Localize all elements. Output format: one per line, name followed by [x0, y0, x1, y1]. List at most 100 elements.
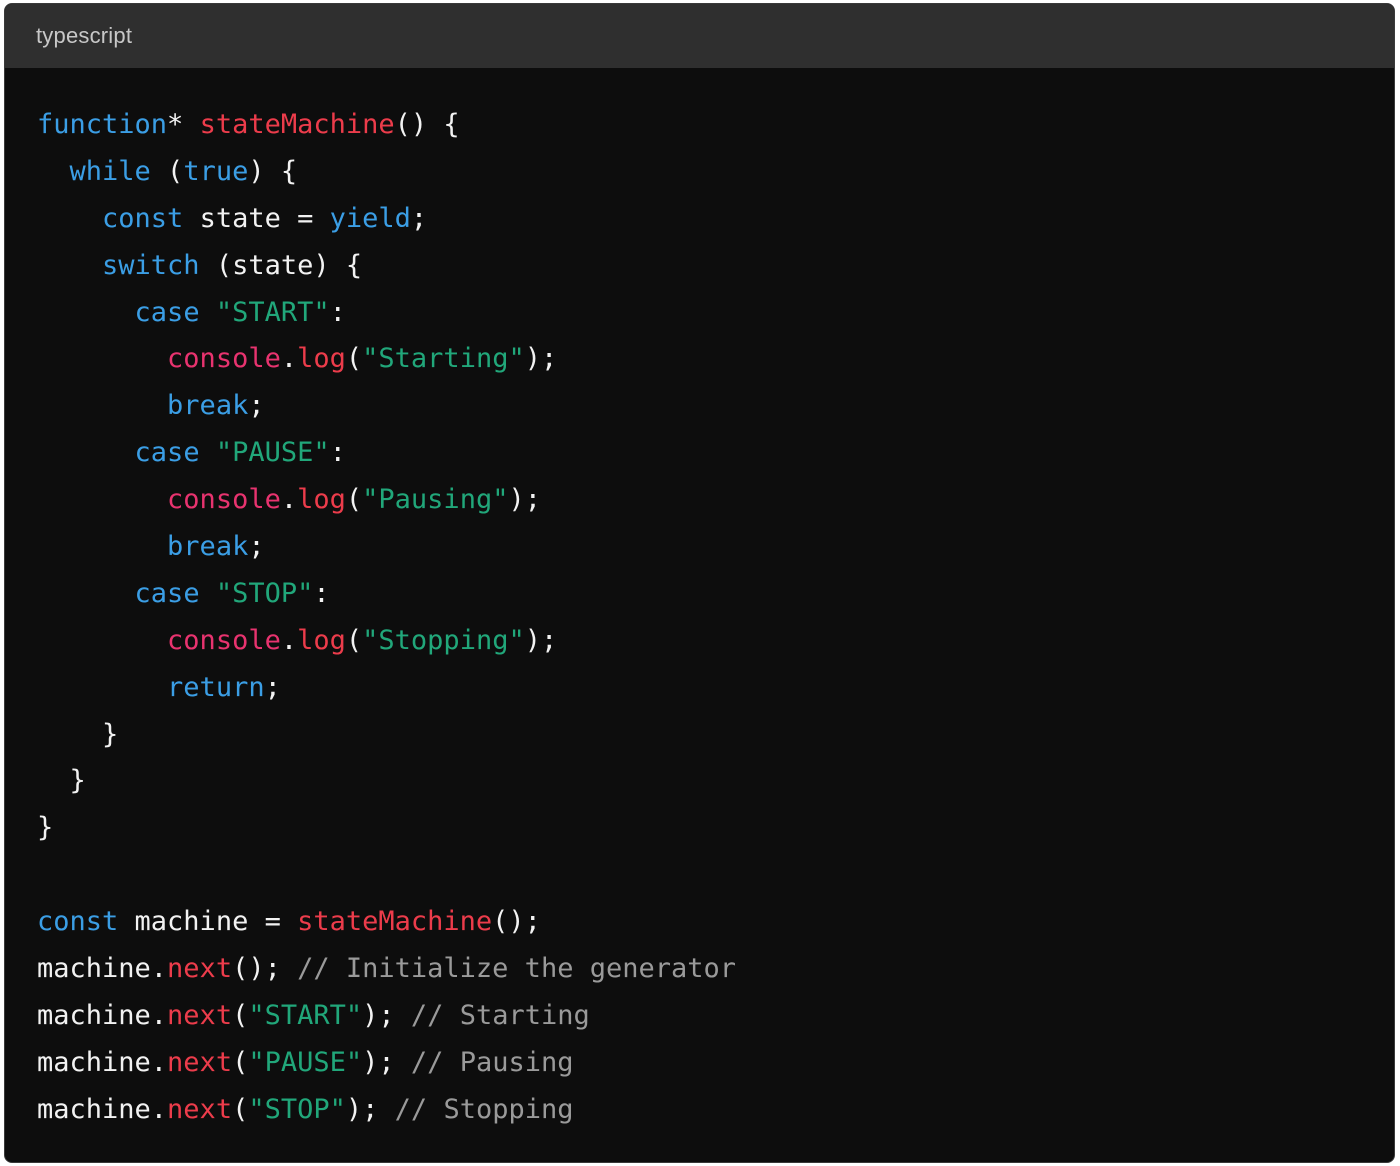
code-token: const [102, 202, 184, 234]
code-token: "PAUSE" [215, 437, 330, 469]
code-token: ); [362, 1046, 411, 1078]
code-line: break; [37, 524, 1394, 571]
code-token: } [37, 765, 86, 797]
code-token: case [134, 577, 200, 609]
code-token: log [297, 624, 346, 656]
code-token: () { [394, 109, 460, 140]
code-token: ( [232, 1093, 249, 1125]
code-token: true [183, 155, 249, 187]
code-line: console.log("Starting"); [37, 336, 1394, 383]
code-token: "Starting" [362, 343, 525, 375]
code-token: machine. [37, 999, 168, 1031]
code-token: // Initialize the generator [297, 953, 737, 985]
code-token: ); [524, 343, 558, 375]
code-token: ( [345, 343, 363, 375]
code-block: typescript function* stateMachine() { wh… [4, 3, 1395, 1163]
code-token: stateMachine [199, 109, 395, 140]
code-token: while [69, 155, 151, 187]
code-line: function* stateMachine() { [37, 102, 1394, 149]
code-token: ( [232, 1046, 249, 1078]
code-token: ); [524, 624, 558, 656]
code-token: console [167, 343, 281, 375]
code-token: "PAUSE" [248, 1046, 363, 1078]
code-block-header: typescript [5, 4, 1394, 68]
code-token: . [280, 484, 298, 516]
code-token: // Stopping [394, 1093, 574, 1125]
code-line: return; [37, 665, 1394, 712]
code-token: : [313, 577, 330, 609]
code-token: state = [183, 202, 330, 234]
code-token: ( [232, 999, 249, 1031]
code-line: case "START": [37, 290, 1394, 337]
code-token: ; [410, 202, 428, 234]
code-line: switch (state) { [37, 243, 1394, 290]
code-line: case "PAUSE": [37, 430, 1394, 477]
code-token: (); [232, 953, 298, 985]
code-token: const [37, 906, 119, 938]
code-line: while (true) { [37, 149, 1394, 196]
code-line: console.log("Stopping"); [37, 618, 1394, 665]
code-line: case "STOP": [37, 571, 1394, 618]
language-label: typescript [36, 23, 133, 48]
code-token: log [297, 343, 346, 375]
code-token: machine. [37, 1093, 168, 1125]
code-token: . [280, 343, 298, 375]
code-token: next [167, 999, 233, 1031]
code-token: * [167, 109, 200, 140]
code-token: machine = [118, 906, 298, 938]
code-token: ( [345, 624, 363, 656]
code-token: ( [345, 484, 363, 516]
code-line: machine.next("PAUSE"); // Pausing [37, 1040, 1394, 1087]
code-token: next [167, 953, 233, 985]
code-token: break [167, 531, 249, 563]
code-token: yield [329, 202, 411, 234]
code-content[interactable]: function* stateMachine() { while (true) … [5, 68, 1394, 1134]
code-token: ; [248, 531, 265, 563]
code-token: break [167, 390, 249, 422]
code-token: function [37, 109, 168, 140]
code-token: machine. [37, 953, 168, 985]
code-token: (); [492, 906, 541, 938]
code-line: } [37, 712, 1394, 759]
code-token: machine. [37, 1046, 168, 1078]
code-token: ( [150, 155, 184, 187]
code-line: machine.next("START"); // Starting [37, 993, 1394, 1040]
code-line: break; [37, 383, 1394, 430]
code-token: "START" [215, 296, 330, 328]
code-line: console.log("Pausing"); [37, 477, 1394, 524]
code-token: ); [345, 1093, 395, 1125]
code-token: ); [362, 999, 411, 1031]
code-token: "STOP" [248, 1093, 346, 1125]
code-token: . [280, 624, 298, 656]
code-line: } [37, 805, 1394, 852]
code-token: : [329, 437, 346, 469]
code-token: console [167, 624, 281, 656]
code-token: return [167, 671, 265, 703]
code-token: (state) { [199, 249, 363, 281]
code-token: ; [248, 390, 265, 422]
code-token: ) { [248, 155, 298, 187]
code-line: } [37, 758, 1394, 805]
code-token: next [167, 1046, 233, 1078]
code-token: stateMachine [297, 906, 493, 938]
code-token: } [37, 718, 119, 750]
code-token: } [37, 812, 54, 844]
code-line: machine.next(); // Initialize the genera… [37, 946, 1394, 993]
code-line: const machine = stateMachine(); [37, 899, 1394, 946]
code-token: "STOP" [215, 577, 314, 609]
code-token: next [167, 1093, 233, 1125]
code-token: switch [102, 249, 200, 281]
